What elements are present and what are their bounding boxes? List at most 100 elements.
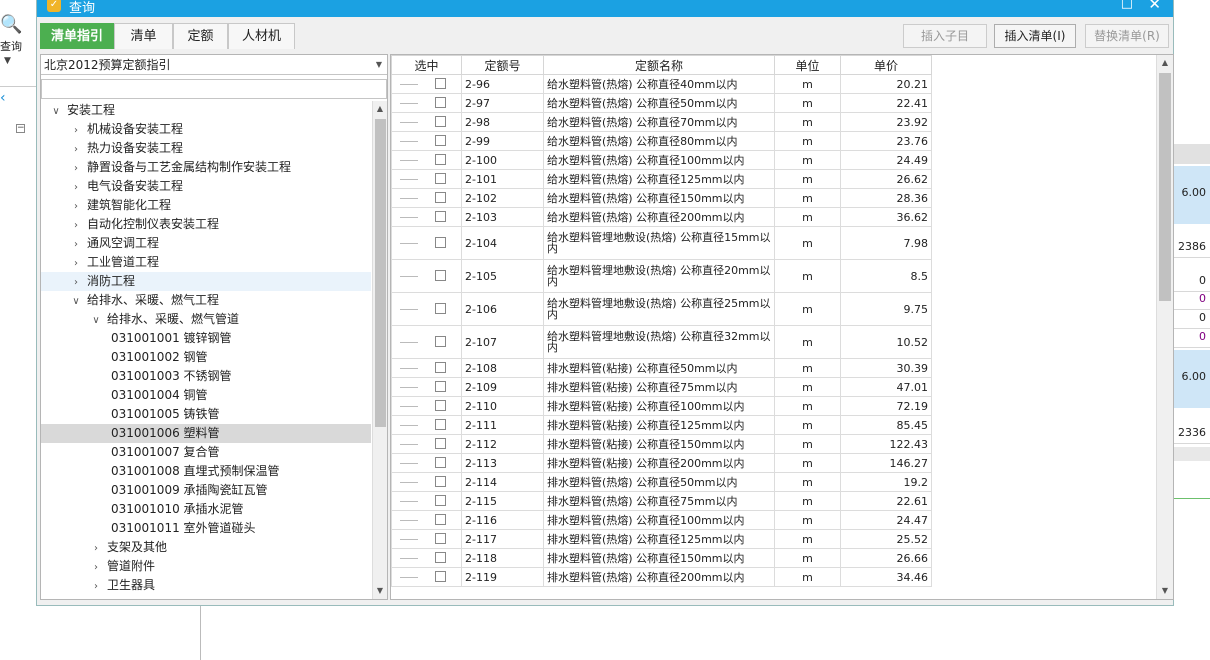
row-checkbox[interactable] [435,303,446,314]
row-checkbox[interactable] [435,571,446,582]
search-icon[interactable]: 🔍 [0,14,24,36]
row-checkbox[interactable] [435,78,446,89]
table-row[interactable]: 2-113 排水塑料管(粘接) 公称直径200mm以内 m 146.27 [391,453,932,473]
tree-node[interactable]: › 静置设备与工艺金属结构制作安装工程 [41,158,371,177]
row-checkbox[interactable] [435,457,446,468]
table-row[interactable]: 2-111 排水塑料管(粘接) 公称直径125mm以内 m 85.45 [391,415,932,435]
tree-node[interactable]: › 通风空调工程 [41,234,371,253]
row-checkbox[interactable] [435,362,446,373]
table-row[interactable]: 2-119 排水塑料管(热熔) 公称直径200mm以内 m 34.46 [391,567,932,587]
tree-scrollbar[interactable]: ▲ ▼ [372,101,387,599]
tab-quota[interactable]: 定额 [173,23,228,49]
chevron-right-icon[interactable]: › [69,121,83,140]
chevron-down-icon[interactable]: ∨ [49,102,63,121]
row-checkbox[interactable] [435,419,446,430]
tree-node[interactable]: ∨ 安装工程 [41,101,371,120]
table-row[interactable]: 2-98 给水塑料管(热熔) 公称直径70mm以内 m 23.92 [391,112,932,132]
tree-node[interactable]: 031001002 钢管 [41,348,371,367]
table-row[interactable]: 2-115 排水塑料管(热熔) 公称直径75mm以内 m 22.61 [391,491,932,511]
table-row[interactable]: 2-100 给水塑料管(热熔) 公称直径100mm以内 m 24.49 [391,150,932,170]
chevron-right-icon[interactable]: › [69,197,83,216]
tab-labor-material-machine[interactable]: 人材机 [228,23,295,49]
row-checkbox[interactable] [435,211,446,222]
table-row[interactable]: 2-99 给水塑料管(热熔) 公称直径80mm以内 m 23.76 [391,131,932,151]
column-header-check[interactable]: 选中 [391,55,462,75]
scrollbar-thumb[interactable] [375,119,386,427]
column-header-unit[interactable]: 单位 [774,55,841,75]
chevron-right-icon[interactable]: › [69,159,83,178]
search-input[interactable] [41,79,387,99]
table-row[interactable]: 2-112 排水塑料管(粘接) 公称直径150mm以内 m 122.43 [391,434,932,454]
tree-node[interactable]: 031001003 不锈钢管 [41,367,371,386]
row-checkbox[interactable] [435,495,446,506]
row-checkbox[interactable] [435,533,446,544]
tree-node[interactable]: › 管道附件 [41,557,371,576]
chevron-right-icon[interactable]: › [69,178,83,197]
chevron-right-icon[interactable]: › [89,577,103,596]
table-scrollbar[interactable]: ▲ ▼ [1156,55,1173,599]
table-row[interactable]: 2-105 给水塑料管埋地敷设(热熔) 公称直径20mm以内 m 8.5 [391,259,932,293]
tree-node[interactable]: ∨ 给排水、采暖、燃气工程 [41,291,371,310]
row-checkbox[interactable] [435,552,446,563]
scroll-up-icon[interactable]: ▲ [373,101,387,117]
table-row[interactable]: 2-110 排水塑料管(粘接) 公称直径100mm以内 m 72.19 [391,396,932,416]
tab-list-guide[interactable]: 清单指引 [40,23,114,49]
table-row[interactable]: 2-109 排水塑料管(粘接) 公称直径75mm以内 m 47.01 [391,377,932,397]
row-checkbox[interactable] [435,192,446,203]
tree-node[interactable]: › 自动化控制仪表安装工程 [41,215,371,234]
table-row[interactable]: 2-104 给水塑料管埋地敷设(热熔) 公称直径15mm以内 m 7.98 [391,226,932,260]
column-header-code[interactable]: 定额号 [461,55,544,75]
row-checkbox[interactable] [435,237,446,248]
tree-node[interactable]: 031001010 承插水泥管 [41,500,371,519]
table-row[interactable]: 2-118 排水塑料管(热熔) 公称直径150mm以内 m 26.66 [391,548,932,568]
row-checkbox[interactable] [435,381,446,392]
table-row[interactable]: 2-102 给水塑料管(热熔) 公称直径150mm以内 m 28.36 [391,188,932,208]
maximize-icon[interactable]: □ [1121,0,1133,11]
tree-node[interactable]: 031001006 塑料管 [41,424,371,443]
chevron-down-icon[interactable]: ▼ [4,56,11,66]
tree-node[interactable]: 031001008 直埋式预制保温管 [41,462,371,481]
tree-node[interactable]: › 工业管道工程 [41,253,371,272]
chevron-right-icon[interactable]: › [89,558,103,577]
chevron-right-icon[interactable]: › [69,140,83,159]
column-header-price[interactable]: 单价 [840,55,932,75]
chevron-right-icon[interactable]: › [89,539,103,558]
tree-node[interactable]: 031001005 铸铁管 [41,405,371,424]
replace-list-button[interactable]: 替换清单(R) [1085,24,1169,48]
tree-node[interactable]: › 卫生器具 [41,576,371,595]
tree-node[interactable]: 031001011 室外管道碰头 [41,519,371,538]
table-row[interactable]: 2-96 给水塑料管(热熔) 公称直径40mm以内 m 20.21 [391,74,932,94]
title-bar[interactable]: ✓ 查询 □ ✕ [37,0,1173,17]
collapse-icon[interactable]: − [16,124,25,133]
tree-node[interactable]: 031001007 复合管 [41,443,371,462]
row-checkbox[interactable] [435,400,446,411]
chevron-right-icon[interactable]: › [69,254,83,273]
table-row[interactable]: 2-114 排水塑料管(热熔) 公称直径50mm以内 m 19.2 [391,472,932,492]
chevron-down-icon[interactable]: ∨ [69,292,83,311]
tree-node[interactable]: 031001001 镀锌钢管 [41,329,371,348]
row-checkbox[interactable] [435,270,446,281]
table-row[interactable]: 2-117 排水塑料管(热熔) 公称直径125mm以内 m 25.52 [391,529,932,549]
row-checkbox[interactable] [435,173,446,184]
row-checkbox[interactable] [435,97,446,108]
table-row[interactable]: 2-103 给水塑料管(热熔) 公称直径200mm以内 m 36.62 [391,207,932,227]
table-row[interactable]: 2-107 给水塑料管埋地敷设(热熔) 公称直径32mm以内 m 10.52 [391,325,932,359]
row-checkbox[interactable] [435,154,446,165]
table-row[interactable]: 2-116 排水塑料管(热熔) 公称直径100mm以内 m 24.47 [391,510,932,530]
row-checkbox[interactable] [435,135,446,146]
chevron-down-icon[interactable]: ∨ [89,311,103,330]
tree-node[interactable]: ∨ 给排水、采暖、燃气管道 [41,310,371,329]
chevron-down-icon[interactable]: ▼ [376,55,382,75]
query-toolbar-label[interactable]: 查询 [0,38,22,54]
tree-node[interactable]: › 支架及其他 [41,538,371,557]
quota-guide-select[interactable]: 北京2012预算定额指引 ▼ [41,55,387,75]
table-row[interactable]: 2-106 给水塑料管埋地敷设(热熔) 公称直径25mm以内 m 9.75 [391,292,932,326]
row-checkbox[interactable] [435,336,446,347]
chevron-right-icon[interactable]: › [69,216,83,235]
scroll-down-icon[interactable]: ▼ [1157,583,1173,599]
tree-node[interactable]: › 电气设备安装工程 [41,177,371,196]
back-icon[interactable]: ‹ [0,90,6,106]
tab-list[interactable]: 清单 [114,23,173,49]
tree-node[interactable]: 031001009 承插陶瓷缸瓦管 [41,481,371,500]
tree-node[interactable]: › 消防工程 [41,272,371,291]
